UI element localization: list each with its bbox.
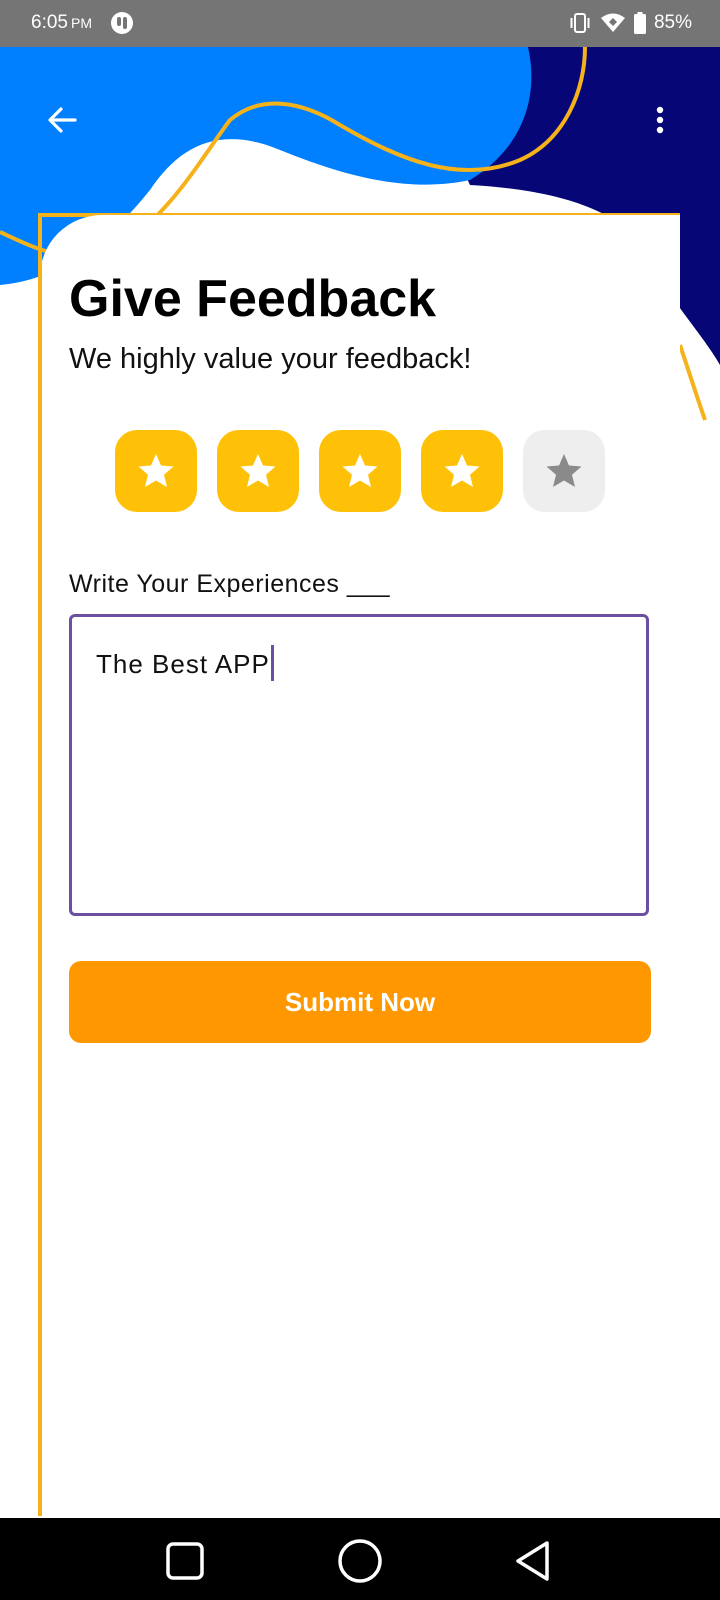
rating-star-3-button[interactable] <box>319 430 401 512</box>
page-title: Give Feedback <box>69 270 437 328</box>
star-icon <box>546 454 582 487</box>
star-icon <box>138 454 174 487</box>
wifi-icon <box>600 12 626 34</box>
back-triangle-icon <box>516 1541 549 1581</box>
arrow-back-icon <box>48 107 77 133</box>
experience-textarea[interactable]: The Best APP <box>69 614 649 916</box>
star-icon <box>444 454 480 487</box>
card-accent-border <box>38 214 42 1516</box>
navigation-bar <box>0 1518 720 1600</box>
rating-star-1-button[interactable] <box>115 430 197 512</box>
rating-star-5-button[interactable] <box>523 430 605 512</box>
more-vert-icon <box>656 106 664 134</box>
battery-percent: 85% <box>653 12 692 33</box>
text-cursor <box>270 645 274 681</box>
battery-icon <box>633 12 646 34</box>
experience-text: The Best APP <box>96 645 274 681</box>
recents-button[interactable] <box>160 1536 210 1586</box>
more-options-button[interactable] <box>640 98 680 142</box>
page-subtitle: We highly value your feedback! <box>69 343 472 375</box>
back-button[interactable] <box>40 98 84 142</box>
notification-app-icon <box>110 11 134 35</box>
star-icon <box>342 454 378 487</box>
submit-button[interactable]: Submit Now <box>69 961 651 1043</box>
status-bar: 6:05 PM 85% <box>0 0 720 47</box>
star-icon <box>240 454 276 487</box>
status-time: 6:05 PM <box>31 12 92 33</box>
star-rating <box>115 430 605 512</box>
home-button[interactable] <box>335 1536 385 1586</box>
home-circle-icon <box>338 1539 382 1583</box>
rating-star-2-button[interactable] <box>217 430 299 512</box>
experience-label: Write Your Experiences ___ <box>69 570 391 598</box>
rating-star-4-button[interactable] <box>421 430 503 512</box>
recents-square-icon <box>166 1542 204 1580</box>
status-icons: 85% <box>568 10 692 36</box>
nav-back-button[interactable] <box>508 1536 558 1586</box>
vibrate-icon <box>568 12 592 34</box>
